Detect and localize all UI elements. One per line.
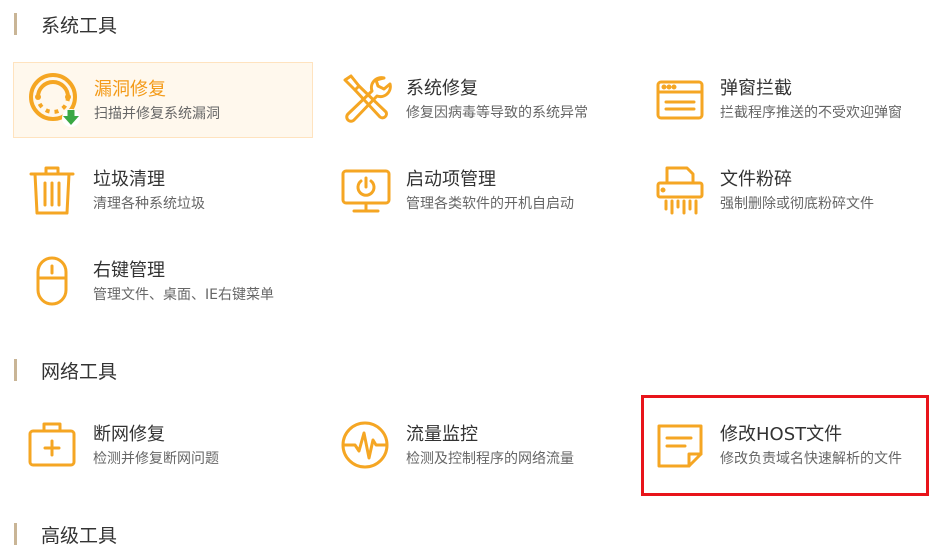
- tool-title: 修改HOST文件: [720, 424, 843, 445]
- monitor-power-icon: [341, 169, 391, 213]
- tool-popup-block[interactable]: 弹窗拦截 拦截程序推送的不受欢迎弹窗: [640, 62, 940, 138]
- section-header-network-tools: 网络工具: [14, 358, 118, 383]
- section-accent-bar: [14, 13, 17, 35]
- tool-traffic-monitor[interactable]: 流量监控 检测及控制程序的网络流量: [326, 408, 626, 484]
- mouse-icon: [36, 256, 68, 306]
- tool-title: 右键管理: [93, 260, 165, 281]
- tool-description: 检测及控制程序的网络流量: [406, 451, 574, 467]
- vulnerability-fix-icon: [29, 73, 80, 127]
- tool-title: 弹窗拦截: [720, 78, 792, 99]
- tool-description: 强制删除或彻底粉碎文件: [720, 196, 874, 212]
- section-header-advanced-tools: 高级工具: [14, 522, 118, 547]
- browser-window-icon: [656, 80, 704, 120]
- tool-title: 文件粉碎: [720, 169, 792, 190]
- tool-description: 扫描并修复系统漏洞: [94, 106, 220, 122]
- section-title: 系统工具: [41, 14, 118, 37]
- tool-description: 拦截程序推送的不受欢迎弹窗: [720, 105, 902, 121]
- tool-edit-host-file[interactable]: 修改HOST文件 修改负责域名快速解析的文件: [640, 408, 940, 484]
- section-accent-bar: [14, 359, 17, 381]
- trash-icon: [29, 166, 75, 215]
- note-file-icon: [657, 424, 703, 468]
- section-accent-bar: [14, 523, 17, 545]
- section-header-system-tools: 系统工具: [14, 12, 118, 37]
- tool-description: 修复因病毒等导致的系统异常: [406, 105, 588, 121]
- tool-vulnerability-fix[interactable]: 漏洞修复 扫描并修复系统漏洞: [13, 62, 313, 138]
- tool-context-menu-manager[interactable]: 右键管理 管理文件、桌面、IE右键菜单: [13, 244, 313, 320]
- shredder-icon: [656, 166, 704, 215]
- tool-title: 流量监控: [406, 424, 478, 445]
- tool-description: 修改负责域名快速解析的文件: [720, 451, 902, 467]
- tool-junk-clean[interactable]: 垃圾清理 清理各种系统垃圾: [13, 153, 313, 229]
- section-title: 高级工具: [41, 524, 118, 547]
- tool-title: 系统修复: [406, 78, 478, 99]
- tool-description: 检测并修复断网问题: [93, 451, 219, 467]
- tool-file-shredder[interactable]: 文件粉碎 强制删除或彻底粉碎文件: [640, 153, 940, 229]
- tool-network-fix[interactable]: 断网修复 检测并修复断网问题: [13, 408, 313, 484]
- tool-description: 管理文件、桌面、IE右键菜单: [93, 287, 274, 303]
- section-title: 网络工具: [41, 360, 118, 383]
- wrench-screwdriver-icon: [343, 74, 392, 123]
- tool-description: 清理各种系统垃圾: [93, 196, 205, 212]
- tool-startup-manager[interactable]: 启动项管理 管理各类软件的开机自启动: [326, 153, 626, 229]
- tool-description: 管理各类软件的开机自启动: [406, 196, 574, 212]
- tool-system-fix[interactable]: 系统修复 修复因病毒等导致的系统异常: [326, 62, 626, 138]
- tool-title: 漏洞修复: [94, 79, 166, 100]
- pulse-gauge-icon: [341, 421, 389, 469]
- tool-title: 断网修复: [93, 424, 165, 445]
- tool-title: 垃圾清理: [93, 169, 165, 190]
- first-aid-kit-icon: [28, 422, 76, 467]
- tool-title: 启动项管理: [406, 169, 496, 190]
